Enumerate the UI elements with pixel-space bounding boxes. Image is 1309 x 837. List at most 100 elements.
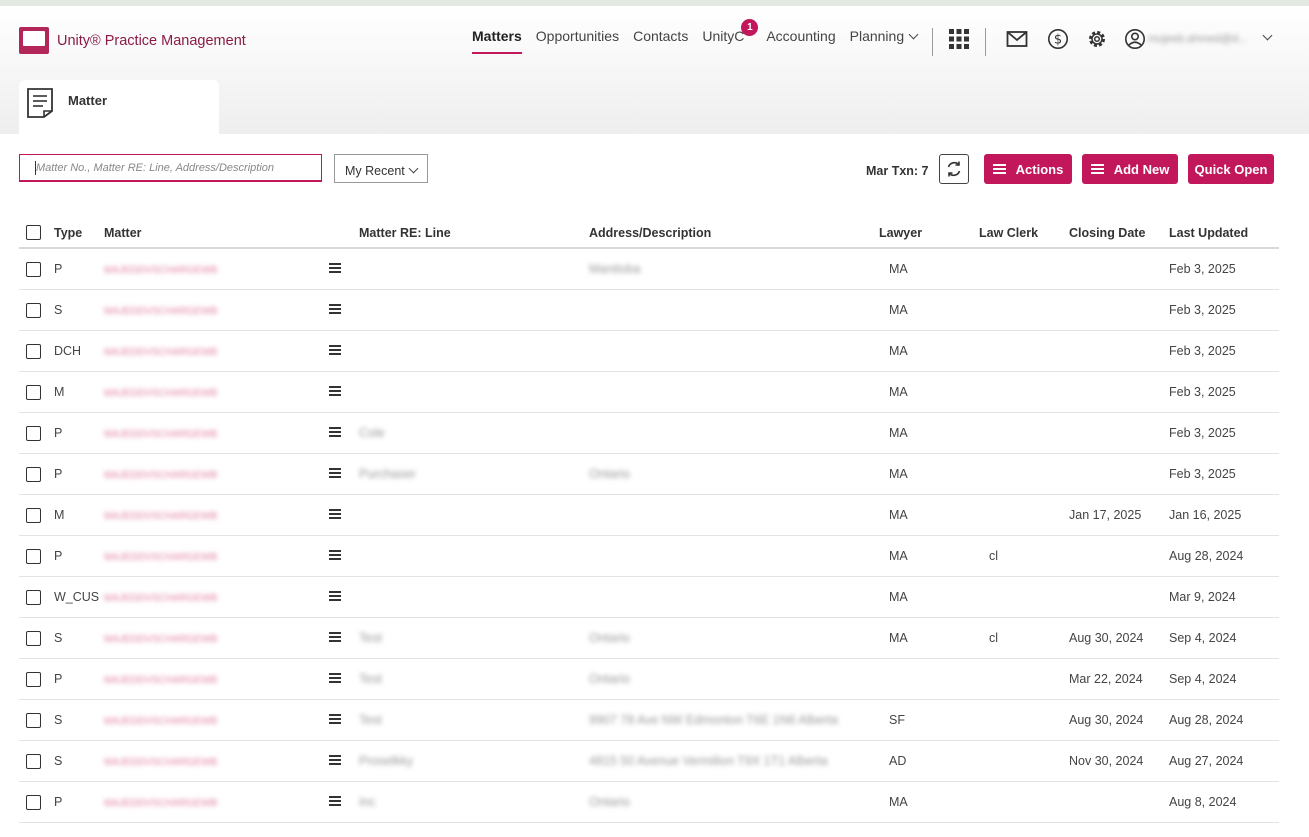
column-header-address[interactable]: Address/Description [589,218,879,249]
add-new-button[interactable]: Add New [1082,154,1178,184]
table-row[interactable]: S MAJEDDVSCHARGEWB Test Ontario MA cl Aug 30, … [19,617,1279,659]
quick-open-button[interactable]: Quick Open [1188,154,1274,184]
recent-filter-select[interactable]: My Recent [334,154,428,183]
row-menu-icon[interactable] [329,468,341,478]
row-menu-icon[interactable] [329,345,341,355]
month-transaction-count: Mar Txn: 7 [866,164,929,178]
table-row[interactable]: P MAJEDDVSCHARGEWB Test Ontario Mar 22, 2024… [19,658,1279,700]
chevron-down-icon[interactable] [1262,30,1273,41]
row-type: P [54,248,104,290]
actions-button[interactable]: Actions [984,154,1072,184]
row-menu-icon[interactable] [329,796,341,806]
table-row[interactable]: S MAJEDDVSCHARGEWB Proselkky 4815 50 Avenue… [19,740,1279,782]
nav-item-contacts[interactable]: Contacts [633,28,688,54]
table-row[interactable]: P MAJEDDVSCHARGEWB Purchaser Ontario MA Feb 3… [19,453,1279,495]
row-lawyer: MA [879,576,979,618]
nav-item-planning[interactable]: Planning [850,28,919,54]
row-matter-number[interactable]: MAJEDDVSCHARGEWB [104,552,217,563]
nav-item-opportunities[interactable]: Opportunities [536,28,619,54]
row-menu-icon[interactable] [329,427,341,437]
nav-item-accounting[interactable]: Accounting [766,28,835,54]
row-checkbox[interactable] [26,589,41,605]
row-menu-icon[interactable] [329,304,341,314]
table-row[interactable]: DCH MAJEDDVSCHARGEWB MA Feb 3, 2025 [19,330,1279,372]
table-row[interactable]: M MAJEDDVSCHARGEWB MA Jan 17, 2025 Jan 16, 2… [19,494,1279,536]
row-matter-number[interactable]: MAJEDDVSCHARGEWB [104,306,217,317]
apps-grid-icon[interactable] [948,28,970,50]
row-matter-number[interactable]: MAJEDDVSCHARGEWB [104,388,217,399]
row-checkbox[interactable] [26,261,41,277]
matter-search-input[interactable] [19,154,322,182]
column-header-re-line[interactable]: Matter RE: Line [359,218,589,249]
row-last-updated: Mar 9, 2024 [1169,576,1279,618]
row-checkbox[interactable] [26,343,41,359]
brand-logo[interactable]: Unity® Practice Management [19,27,246,54]
row-matter-number[interactable]: MAJEDDVSCHARGEWB [104,347,217,358]
refresh-button[interactable] [939,154,969,184]
row-checkbox[interactable] [26,507,41,523]
column-header-lawyer[interactable]: Lawyer [879,218,979,249]
column-header-last-updated[interactable]: Last Updated [1169,218,1279,249]
column-header-type[interactable]: Type [54,218,104,249]
table-row[interactable]: S MAJEDDVSCHARGEWB Test 9907 78 Ave NW Edmo… [19,699,1279,741]
row-checkbox[interactable] [26,466,41,482]
dollar-icon[interactable]: $ [1047,28,1069,50]
table-row[interactable]: P MAJEDDVSCHARGEWB Cole MA Feb 3, 2025 [19,412,1279,454]
row-matter-number[interactable]: MAJEDDVSCHARGEWB [104,429,217,440]
row-checkbox[interactable] [26,753,41,769]
mail-icon[interactable] [1006,28,1028,50]
row-lawyer: MA [879,248,979,290]
select-all-checkbox[interactable] [26,225,41,240]
row-menu-icon[interactable] [329,591,341,601]
column-header-law-clerk[interactable]: Law Clerk [979,218,1069,249]
row-checkbox[interactable] [26,794,41,810]
row-last-updated: Feb 3, 2025 [1169,289,1279,331]
row-closing-date [1069,781,1169,823]
column-header-matter[interactable]: Matter [104,218,329,249]
row-menu-icon[interactable] [329,550,341,560]
table-body: P MAJEDDVSCHARGEWB Manitoba MA Feb 3, 2025 S M… [19,248,1279,823]
row-menu-icon[interactable] [329,673,341,683]
table-row[interactable]: S MAJEDDVSCHARGEWB MA Feb 3, 2025 [19,289,1279,331]
row-menu-icon[interactable] [329,509,341,519]
row-matter-number[interactable]: MAJEDDVSCHARGEWB [104,470,217,481]
table-row[interactable]: M MAJEDDVSCHARGEWB MA Feb 3, 2025 [19,371,1279,413]
row-address: Manitoba [589,262,641,276]
row-lawyer: MA [879,330,979,372]
row-checkbox[interactable] [26,712,41,728]
row-checkbox[interactable] [26,425,41,441]
row-menu-icon[interactable] [329,263,341,273]
row-matter-number[interactable]: MAJEDDVSCHARGEWB [104,593,217,604]
gear-icon[interactable] [1086,28,1108,50]
row-checkbox[interactable] [26,671,41,687]
row-menu-icon[interactable] [329,632,341,642]
nav-item-matters[interactable]: Matters [472,28,522,54]
row-matter-number[interactable]: MAJEDDVSCHARGEWB [104,265,217,276]
row-matter-number[interactable]: MAJEDDVSCHARGEWB [104,511,217,522]
user-email[interactable]: mujeeb.ahmed@d... [1148,33,1247,45]
row-checkbox[interactable] [26,548,41,564]
row-checkbox[interactable] [26,630,41,646]
column-header-closing-date[interactable]: Closing Date [1069,218,1169,249]
table-row[interactable]: P MAJEDDVSCHARGEWB Inc Ontario MA Aug 8, 2024 [19,781,1279,823]
row-checkbox[interactable] [26,384,41,400]
tab-matter[interactable]: Matter [19,80,219,140]
row-last-updated: Feb 3, 2025 [1169,248,1279,290]
row-checkbox[interactable] [26,302,41,318]
row-menu-icon[interactable] [329,714,341,724]
row-matter-number[interactable]: MAJEDDVSCHARGEWB [104,675,217,686]
row-matter-number[interactable]: MAJEDDVSCHARGEWB [104,798,217,809]
nav-item-unityc[interactable]: UnityC 1 [702,19,759,54]
row-menu-icon[interactable] [329,755,341,765]
table-row[interactable]: W_CUS MAJEDDVSCHARGEWB MA Mar 9, 2024 [19,576,1279,618]
row-matter-number[interactable]: MAJEDDVSCHARGEWB [104,757,217,768]
row-address: 4815 50 Avenue Vermilion T9X 1T1 Alberta [589,754,828,768]
brand-name: Unity® Practice Management [57,32,246,49]
row-menu-icon[interactable] [329,386,341,396]
matters-table: Type Matter Matter RE: Line Address/Desc… [19,218,1279,823]
user-icon[interactable] [1124,28,1146,50]
row-matter-number[interactable]: MAJEDDVSCHARGEWB [104,634,217,645]
table-row[interactable]: P MAJEDDVSCHARGEWB Manitoba MA Feb 3, 2025 [19,248,1279,290]
row-matter-number[interactable]: MAJEDDVSCHARGEWB [104,716,217,727]
table-row[interactable]: P MAJEDDVSCHARGEWB MA cl Aug 28, 2024 [19,535,1279,577]
